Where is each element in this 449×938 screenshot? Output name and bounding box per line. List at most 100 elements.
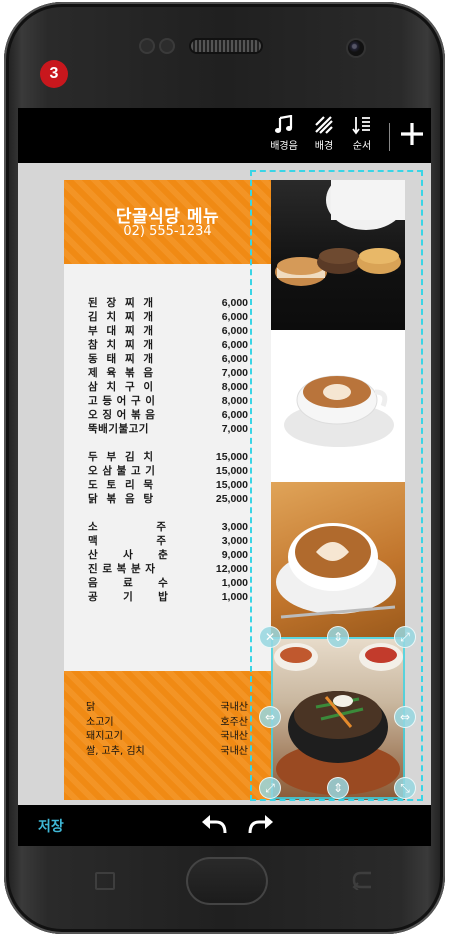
menu-row: 부 대 찌 개 6,000	[88, 324, 248, 338]
origin-country: 국내산	[220, 731, 248, 742]
undo-icon[interactable]	[201, 813, 227, 835]
menu-row: 산 사 춘 9,000	[88, 548, 248, 562]
menu-item-name: 오 징 어 볶 음	[88, 409, 156, 421]
origin-item: 쌀, 고추, 김치	[86, 745, 145, 757]
menu-item-price: 6,000	[221, 409, 248, 421]
menu-row: 제 육 볶 음 7,000	[88, 366, 248, 380]
recent-apps-icon[interactable]	[95, 872, 115, 890]
menu-row: 동 태 찌 개 6,000	[88, 352, 248, 366]
editor-canvas[interactable]: 단골식당 메뉴 02) 555-1234 된 장 찌 개 6,000 김 치 찌 …	[18, 163, 431, 805]
bgm-button[interactable]: 배경음	[264, 115, 304, 152]
top-toolbar: 배경음 배경 순서	[18, 108, 431, 163]
bottom-action-bar: 저장	[18, 805, 431, 846]
menu-item-name: 고 등 어 구 이	[88, 395, 156, 407]
menu-item-name: 된 장 찌 개	[88, 297, 154, 309]
origin-footer: 닭 국내산 소고기 호주산 돼지고기 국내산 쌀, 고추, 김치 국내산	[64, 671, 271, 800]
origin-item: 닭	[86, 702, 96, 713]
menu-item-name: 맥 주	[88, 535, 167, 547]
left-resize-handle-icon[interactable]: ⇔	[259, 706, 281, 728]
menu-item-price: 6,000	[221, 311, 248, 323]
home-button[interactable]	[186, 857, 268, 905]
menu-item-price: 8,000	[221, 395, 248, 407]
menu-row: 공 기 밥 1,000	[88, 590, 248, 604]
menu-row: 맥 주 3,000	[88, 534, 248, 548]
bottom-right-resize-handle-icon[interactable]: ⤡	[394, 777, 416, 799]
menu-header: 단골식당 메뉴 02) 555-1234	[64, 180, 271, 264]
save-button[interactable]: 저장	[38, 816, 64, 836]
bgm-label: 배경음	[270, 141, 298, 152]
plus-icon[interactable]	[396, 118, 428, 150]
menu-card[interactable]: 단골식당 메뉴 02) 555-1234 된 장 찌 개 6,000 김 치 찌 …	[64, 180, 271, 800]
menu-item-price: 12,000	[215, 563, 248, 575]
origin-row: 돼지고기 국내산	[86, 730, 248, 745]
menu-phone: 02) 555-1234	[123, 224, 212, 239]
order-button[interactable]: 순서	[342, 115, 382, 152]
origin-country: 국내산	[220, 702, 248, 713]
right-resize-handle-icon[interactable]: ⇔	[394, 706, 416, 728]
menu-item-price: 15,000	[215, 479, 248, 491]
top-resize-handle-icon[interactable]: ⇕	[327, 626, 349, 648]
menu-item-name: 부 대 찌 개	[88, 325, 154, 337]
menu-item-name: 삼 치 구 이	[88, 381, 154, 393]
back-icon[interactable]	[351, 870, 377, 890]
menu-row: 된 장 찌 개 6,000	[88, 296, 248, 310]
menu-item-price: 3,000	[221, 535, 248, 547]
menu-gap	[88, 506, 248, 520]
menu-item-name: 뚝배기불고기	[88, 423, 149, 435]
menu-item-price: 9,000	[221, 549, 248, 561]
menu-item-name: 두 부 김 치	[88, 451, 154, 463]
background-label: 배경	[314, 141, 334, 152]
menu-item-name: 진 로 복 분 자	[88, 563, 156, 575]
menu-item-price: 7,000	[221, 367, 248, 379]
menu-item-name: 소 주	[88, 521, 167, 533]
menu-item-name: 김 치 찌 개	[88, 311, 154, 323]
menu-item-price: 1,000	[221, 591, 248, 603]
menu-row: 뚝배기불고기 7,000	[88, 422, 248, 436]
menu-row: 참 치 찌 개 6,000	[88, 338, 248, 352]
delete-handle-icon[interactable]: ✕	[259, 626, 281, 648]
front-camera	[348, 40, 364, 56]
toolbar-divider	[389, 123, 390, 151]
light-sensor	[159, 38, 175, 54]
menu-row: 삼 치 구 이 8,000	[88, 380, 248, 394]
bottom-left-resize-handle-icon[interactable]: ⤢	[259, 777, 281, 799]
menu-list: 된 장 찌 개 6,000 김 치 찌 개 6,000 부 대 찌 개 6,000 참…	[88, 296, 248, 604]
menu-item-price: 1,000	[221, 577, 248, 589]
menu-row: 도 토 리 묵 15,000	[88, 478, 248, 492]
origin-item: 소고기	[86, 716, 114, 728]
menu-item-name: 음 료 수	[88, 577, 169, 589]
origin-row: 소고기 호주산	[86, 716, 248, 731]
origin-country: 호주산	[220, 716, 248, 728]
menu-item-price: 15,000	[215, 465, 248, 477]
redo-icon[interactable]	[248, 813, 274, 835]
background-button[interactable]: 배경	[304, 115, 344, 152]
menu-row: 오 삼 불 고 기 15,000	[88, 464, 248, 478]
menu-item-price: 6,000	[221, 297, 248, 309]
menu-item-name: 제 육 볶 음	[88, 367, 154, 379]
menu-row: 소 주 3,000	[88, 520, 248, 534]
origin-row: 쌀, 고추, 김치 국내산	[86, 745, 248, 760]
menu-item-name: 공 기 밥	[88, 591, 169, 603]
menu-item-name: 동 태 찌 개	[88, 353, 154, 365]
menu-item-price: 25,000	[215, 493, 248, 505]
menu-row: 음 료 수 1,000	[88, 576, 248, 590]
menu-item-price: 15,000	[215, 451, 248, 463]
menu-row: 두 부 김 치 15,000	[88, 450, 248, 464]
menu-row: 닭 볶 음 탕 25,000	[88, 492, 248, 506]
menu-item-name: 산 사 춘	[88, 549, 169, 561]
origin-item: 돼지고기	[86, 731, 123, 742]
menu-item-price: 7,000	[221, 423, 248, 435]
menu-item-name: 오 삼 불 고 기	[88, 465, 156, 477]
proximity-sensor	[139, 38, 155, 54]
menu-item-name: 참 치 찌 개	[88, 339, 154, 351]
menu-item-price: 6,000	[221, 325, 248, 337]
image-selection-frame[interactable]	[271, 637, 405, 799]
origin-row: 닭 국내산	[86, 701, 248, 716]
menu-row: 진 로 복 분 자 12,000	[88, 562, 248, 576]
menu-item-price: 3,000	[221, 521, 248, 533]
step-badge: 3	[40, 60, 68, 88]
rotate-handle-icon[interactable]: ⤢	[394, 626, 416, 648]
menu-row: 고 등 어 구 이 8,000	[88, 394, 248, 408]
menu-gap	[88, 436, 248, 450]
bottom-resize-handle-icon[interactable]: ⇕	[327, 777, 349, 799]
